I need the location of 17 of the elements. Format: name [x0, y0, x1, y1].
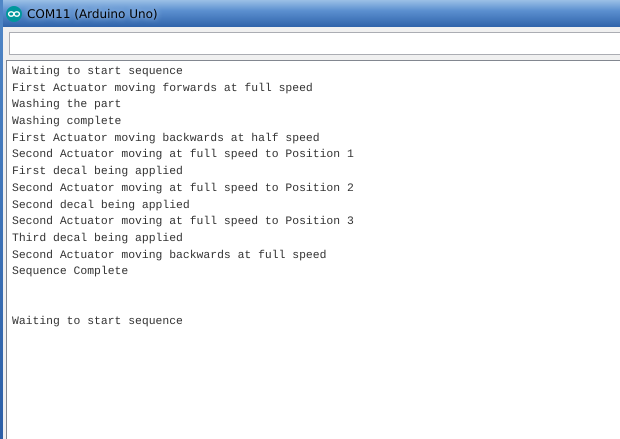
output-line: Waiting to start sequence: [12, 314, 183, 330]
output-line: Second Actuator moving backwards at full speed: [12, 248, 326, 264]
output-line: Sequence Complete: [12, 264, 128, 280]
output-line: First decal being applied: [12, 164, 183, 180]
output-line: Second decal being applied: [12, 198, 190, 214]
infinity-icon: [6, 6, 22, 22]
input-field[interactable]: [9, 32, 620, 55]
output-line: Third decal being applied: [12, 232, 183, 247]
output-line: Washing complete: [12, 114, 122, 130]
output-line: First Actuator moving backwards at half speed: [12, 132, 320, 147]
output-line: Second Actuator moving at full speed to Position 3: [12, 214, 354, 230]
output-line: First Actuator moving forwards at full speed: [12, 82, 313, 97]
output-line: Second Actuator moving at full speed to Position 1: [12, 148, 354, 164]
output-line: Washing the part: [12, 98, 122, 114]
output-line: Second Actuator moving at full speed to Position 2: [12, 182, 354, 197]
window-title: COM11 (Arduino Uno): [27, 6, 158, 22]
output-line: Waiting to start sequence: [12, 64, 183, 80]
